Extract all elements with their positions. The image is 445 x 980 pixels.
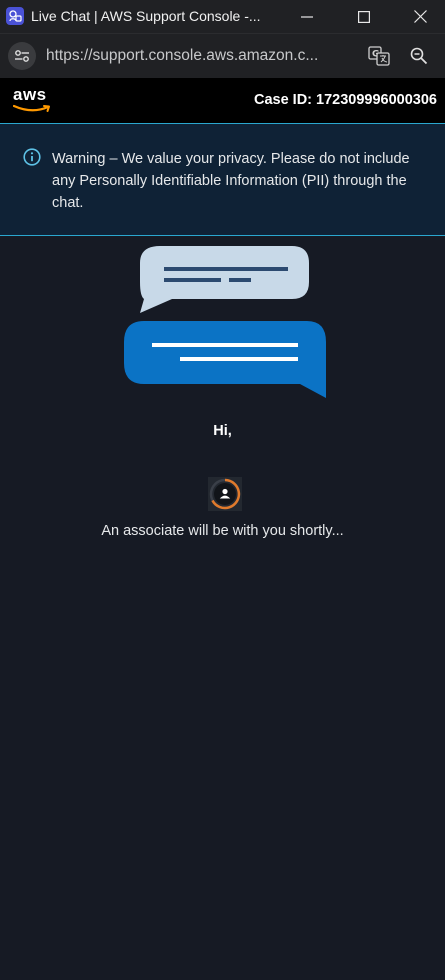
warning-text: Warning – We value your privacy. Please … xyxy=(52,151,410,211)
zoom-button[interactable] xyxy=(406,44,432,68)
site-info-button[interactable] xyxy=(8,42,36,70)
aws-smile-icon xyxy=(13,104,50,112)
close-icon xyxy=(413,10,427,23)
close-button[interactable] xyxy=(392,0,445,33)
browser-window: Live Chat | AWS Support Console -... htt… xyxy=(0,0,445,980)
site-settings-icon xyxy=(15,50,29,62)
translate-icon: G xyxy=(368,46,390,66)
maximize-button[interactable] xyxy=(336,0,392,33)
info-icon xyxy=(23,148,41,166)
window-title: Live Chat | AWS Support Console -... xyxy=(31,8,261,24)
aws-header: aws Case ID: 172309996000306 xyxy=(0,78,445,123)
address-bar: https://support.console.aws.amazon.c... … xyxy=(0,33,445,78)
privacy-warning-banner: Warning – We value your privacy. Please … xyxy=(0,123,445,236)
case-id: Case ID: 172309996000306 xyxy=(253,92,437,108)
zoom-icon xyxy=(410,47,428,65)
aws-logo[interactable]: aws xyxy=(13,86,53,114)
translate-button[interactable]: G xyxy=(366,44,392,68)
agent-avatar-icon xyxy=(208,477,242,511)
greeting-text: Hi, xyxy=(213,423,232,439)
minimize-button[interactable] xyxy=(279,0,335,33)
maximize-icon xyxy=(358,10,370,23)
chat-app-icon xyxy=(6,7,24,25)
title-bar: Live Chat | AWS Support Console -... xyxy=(0,0,445,33)
wait-status-text: An associate will be with you shortly... xyxy=(101,523,344,539)
url-field[interactable]: https://support.console.aws.amazon.c... xyxy=(46,47,352,65)
aws-logo-text: aws xyxy=(13,85,47,104)
chat-bubbles-icon xyxy=(124,246,326,398)
minimize-icon xyxy=(301,15,313,18)
